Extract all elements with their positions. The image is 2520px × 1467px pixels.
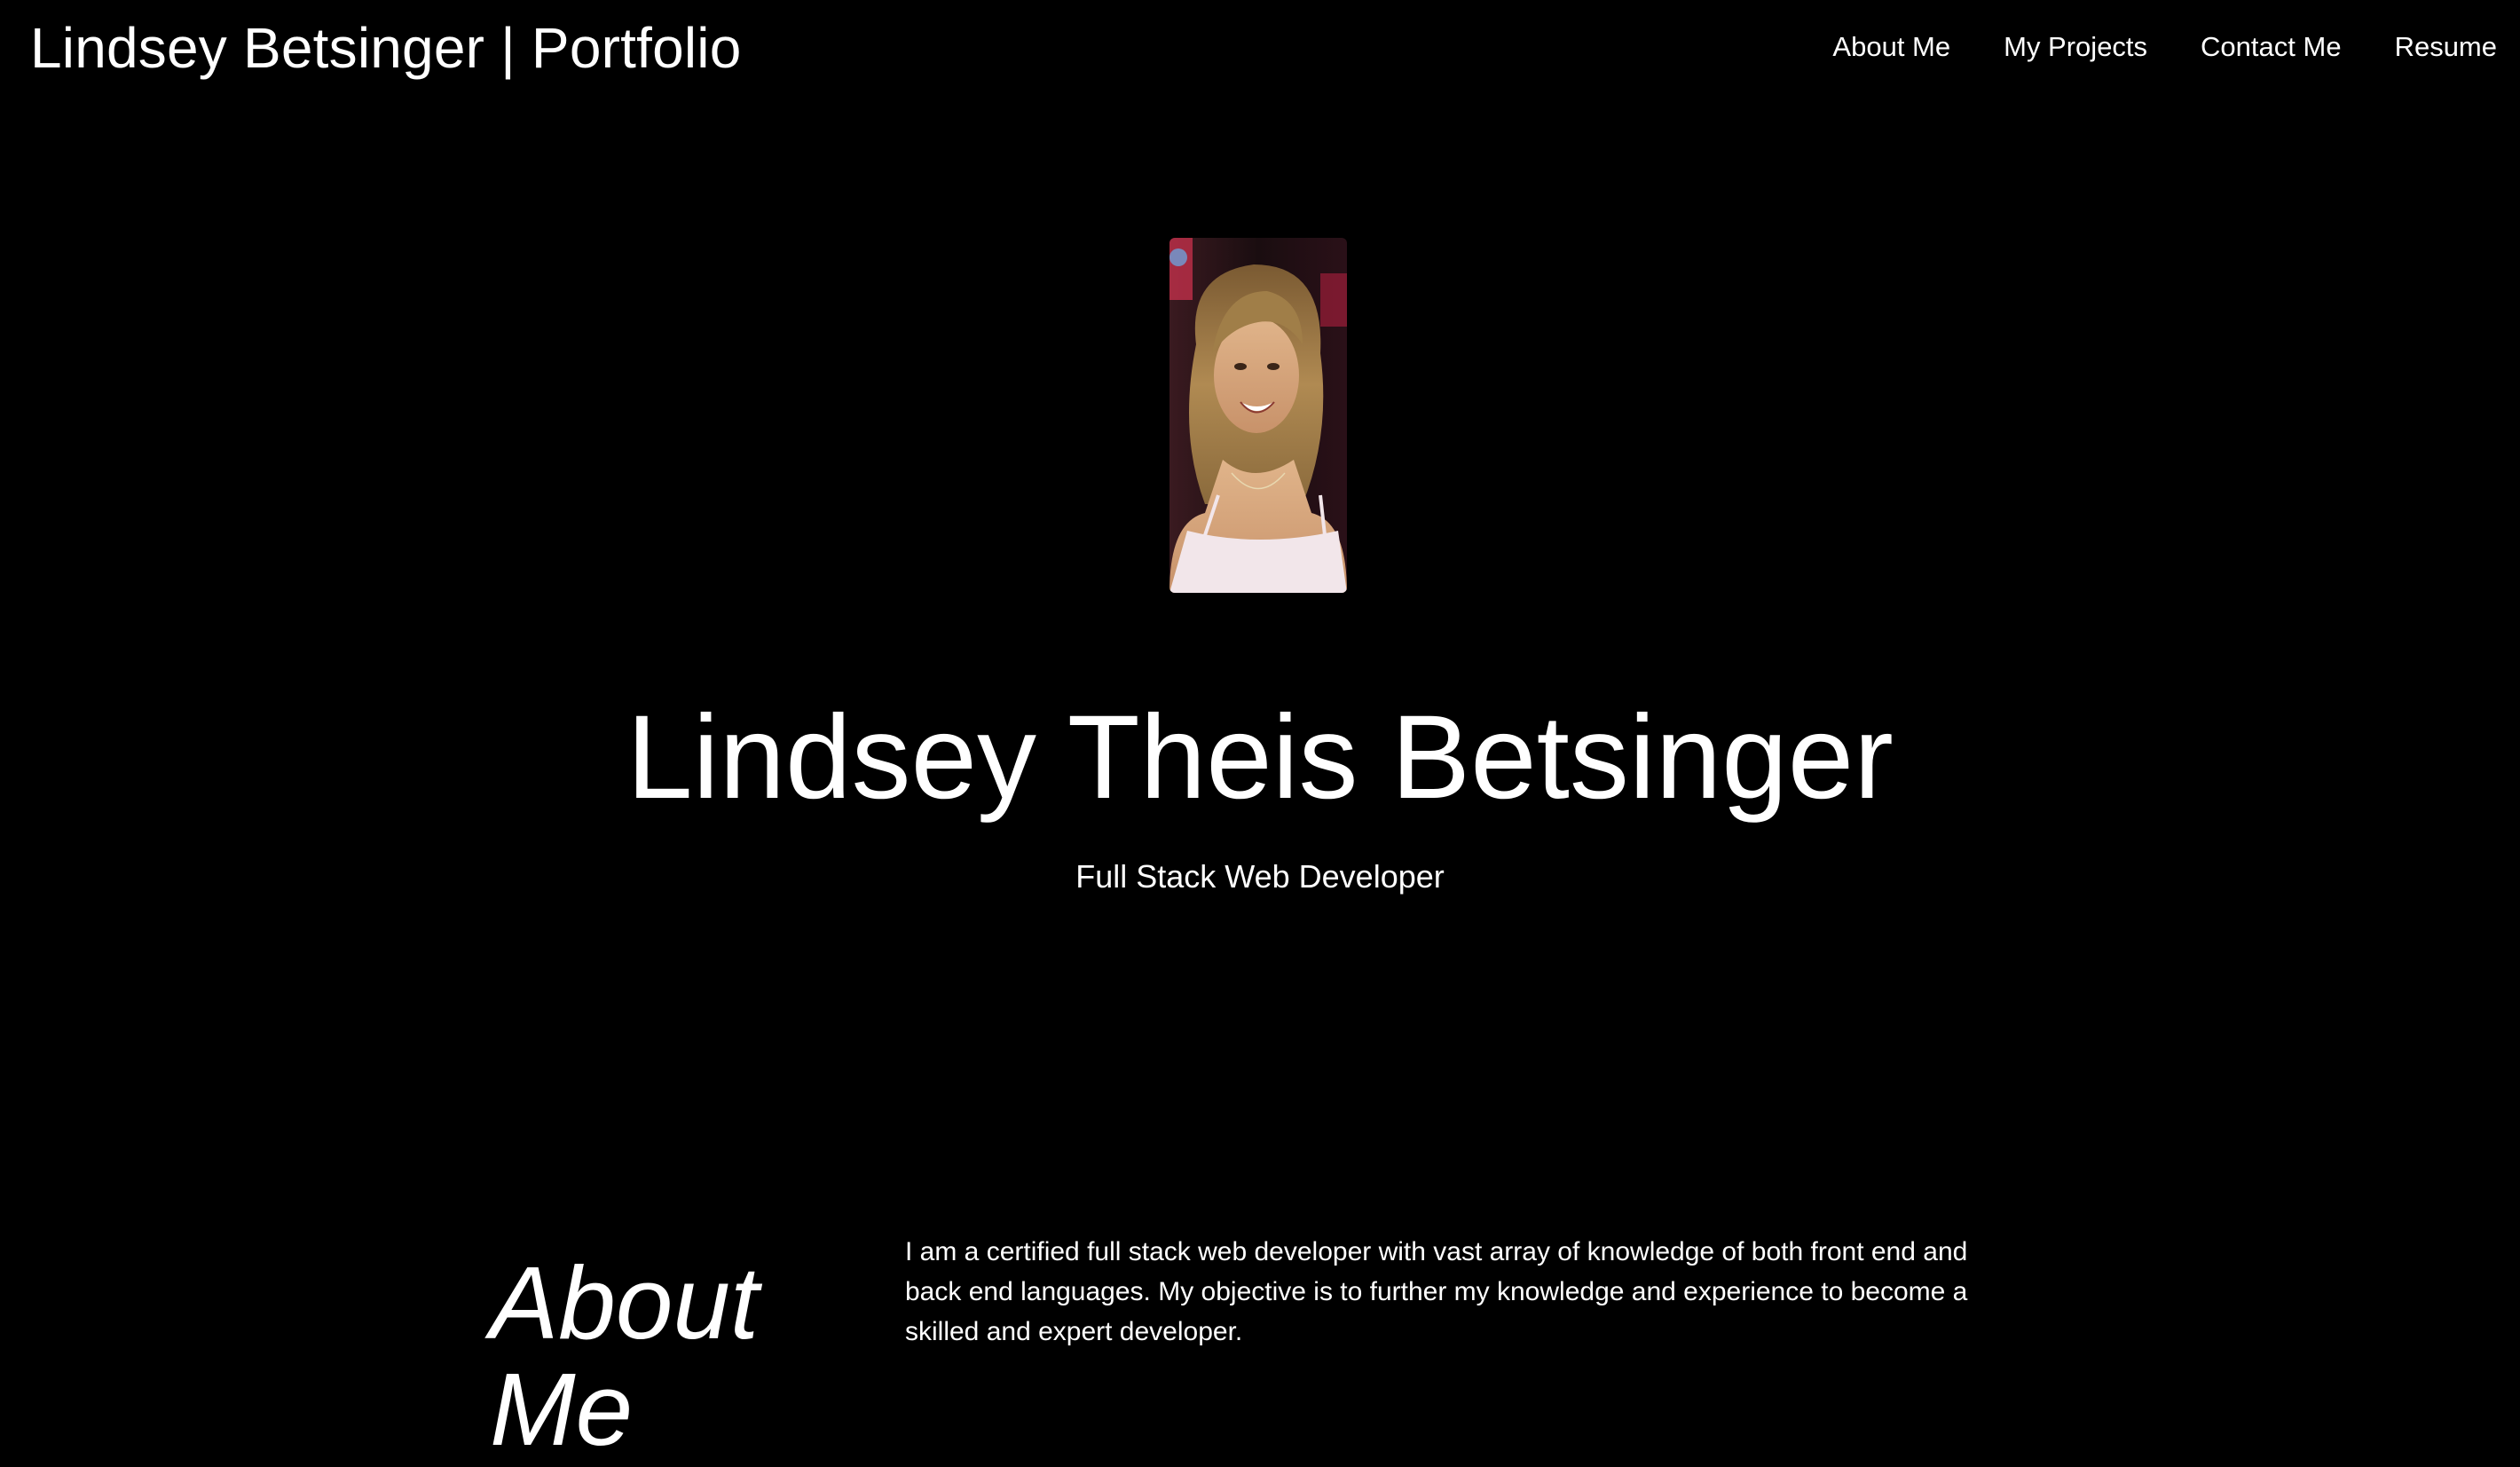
site-header: Lindsey Betsinger | Portfolio About Me M… — [0, 0, 2520, 98]
about-heading: About Me — [490, 1245, 760, 1467]
nav-contact-me[interactable]: Contact Me — [2201, 27, 2342, 67]
main-nav: About Me My Projects Contact Me Resume — [1832, 27, 2497, 67]
hero-name: Lindsey Theis Betsinger — [626, 691, 1894, 824]
hero-subtitle: Full Stack Web Developer — [1075, 858, 1445, 895]
about-text: I am a certified full stack web develope… — [905, 1237, 1968, 1346]
nav-about-me[interactable]: About Me — [1832, 27, 1950, 67]
nav-resume[interactable]: Resume — [2395, 27, 2497, 67]
nav-my-projects[interactable]: My Projects — [2004, 27, 2147, 67]
profile-photo — [1169, 238, 1347, 593]
site-title[interactable]: Lindsey Betsinger | Portfolio — [30, 12, 742, 83]
profile-photo-image — [1169, 238, 1347, 593]
